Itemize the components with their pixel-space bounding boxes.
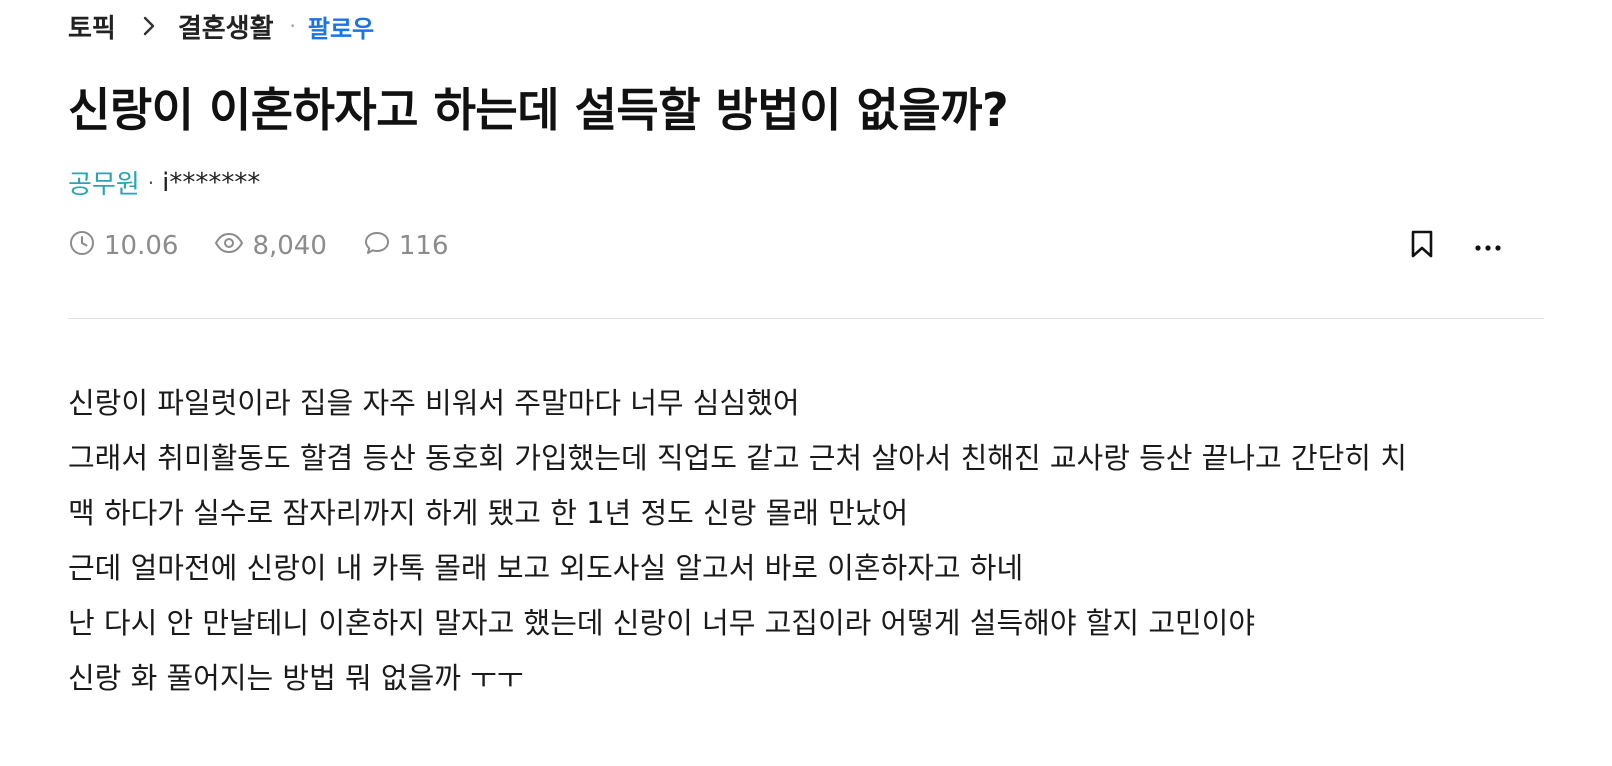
bookmark-button[interactable] bbox=[1402, 226, 1442, 266]
bookmark-icon bbox=[1409, 229, 1435, 263]
post-body: 신랑이 파일럿이라 집을 자주 비워서 주말마다 너무 심심했어 그래서 취미활… bbox=[68, 376, 1548, 706]
chevron-right-icon bbox=[142, 15, 156, 37]
breadcrumb-topic[interactable]: 토픽 bbox=[68, 8, 116, 45]
author-id: i******* bbox=[162, 167, 261, 198]
post-comments-value: 116 bbox=[398, 231, 449, 261]
post-body-line: 신랑 화 풀어지는 방법 뭐 없을까 ㅜㅜ bbox=[68, 661, 524, 695]
post-body-line: 근데 얼마전에 신랑이 내 카톡 몰래 보고 외도사실 알고서 바로 이혼하자고… bbox=[68, 551, 1024, 585]
more-button[interactable] bbox=[1468, 226, 1508, 266]
post-date-value: 10.06 bbox=[104, 231, 179, 261]
post-meta: 10.06 8,040 116 bbox=[68, 228, 485, 264]
breadcrumb: 토픽 결혼생활 · 팔로우 bbox=[68, 4, 374, 48]
post-body-line: 난 다시 안 만날테니 이혼하지 말자고 했는데 신랑이 너무 고집이라 어떻게… bbox=[68, 606, 1256, 640]
speech-bubble-icon bbox=[363, 229, 399, 264]
post-views: 8,040 bbox=[214, 229, 327, 264]
author-info: 공무원 · i******* bbox=[68, 164, 260, 201]
breadcrumb-category[interactable]: 결혼생활 bbox=[178, 8, 274, 45]
post-comments[interactable]: 116 bbox=[363, 229, 449, 264]
author-job[interactable]: 공무원 bbox=[68, 164, 140, 201]
follow-button[interactable]: 팔로우 bbox=[308, 9, 374, 44]
post-date: 10.06 bbox=[68, 229, 178, 264]
post-page: 토픽 결혼생활 · 팔로우 신랑이 이혼하자고 하는데 설득할 방법이 없을까?… bbox=[0, 0, 1612, 766]
eye-icon bbox=[214, 229, 252, 264]
post-body-line: 맥 하다가 실수로 잠자리까지 하게 됐고 한 1년 정도 신랑 몰래 만났어 bbox=[68, 496, 909, 530]
post-body-line: 신랑이 파일럿이라 집을 자주 비워서 주말마다 너무 심심했어 bbox=[68, 386, 800, 420]
breadcrumb-separator: · bbox=[289, 14, 296, 38]
more-horizontal-icon bbox=[1474, 237, 1502, 256]
post-title: 신랑이 이혼하자고 하는데 설득할 방법이 없을까? bbox=[68, 83, 1009, 137]
post-views-value: 8,040 bbox=[252, 231, 327, 261]
author-separator: · bbox=[147, 170, 155, 195]
clock-icon bbox=[68, 229, 104, 264]
divider bbox=[68, 318, 1544, 319]
post-actions bbox=[1402, 226, 1508, 266]
post-body-line: 그래서 취미활동도 할겸 등산 동호회 가입했는데 직업도 같고 근처 살아서 … bbox=[68, 441, 1407, 475]
